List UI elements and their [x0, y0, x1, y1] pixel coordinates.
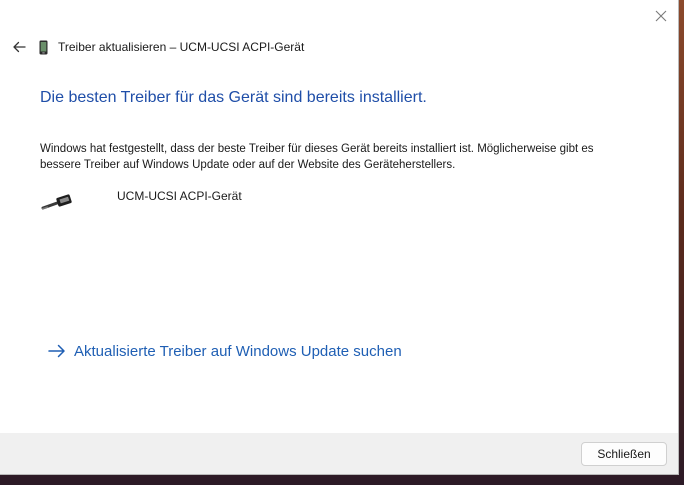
status-message: Windows hat festgestellt, dass der beste… [40, 143, 594, 171]
phone-icon [39, 39, 49, 55]
device-name: UCM-UCSI ACPI-Gerät [117, 189, 242, 203]
windows-update-link-label: Aktualisierte Treiber auf Windows Update… [74, 342, 402, 360]
dialog-footer: Schließen [0, 433, 678, 474]
back-button[interactable] [10, 38, 28, 56]
dialog-header: Treiber aktualisieren – UCM-UCSI ACPI-Ge… [10, 36, 304, 58]
back-arrow-icon [13, 41, 26, 53]
status-heading: Die besten Treiber für das Gerät sind be… [40, 89, 427, 106]
arrow-right-icon [48, 343, 66, 359]
close-icon [655, 10, 667, 22]
close-button[interactable]: Schließen [581, 442, 667, 466]
dialog-title: Treiber aktualisieren – UCM-UCSI ACPI-Ge… [58, 40, 305, 54]
window-close-button[interactable] [647, 3, 675, 29]
update-driver-dialog: Treiber aktualisieren – UCM-UCSI ACPI-Ge… [0, 0, 679, 475]
windows-update-search-link[interactable]: Aktualisierte Treiber auf Windows Update… [48, 340, 402, 362]
usb-connector-icon [40, 193, 74, 215]
